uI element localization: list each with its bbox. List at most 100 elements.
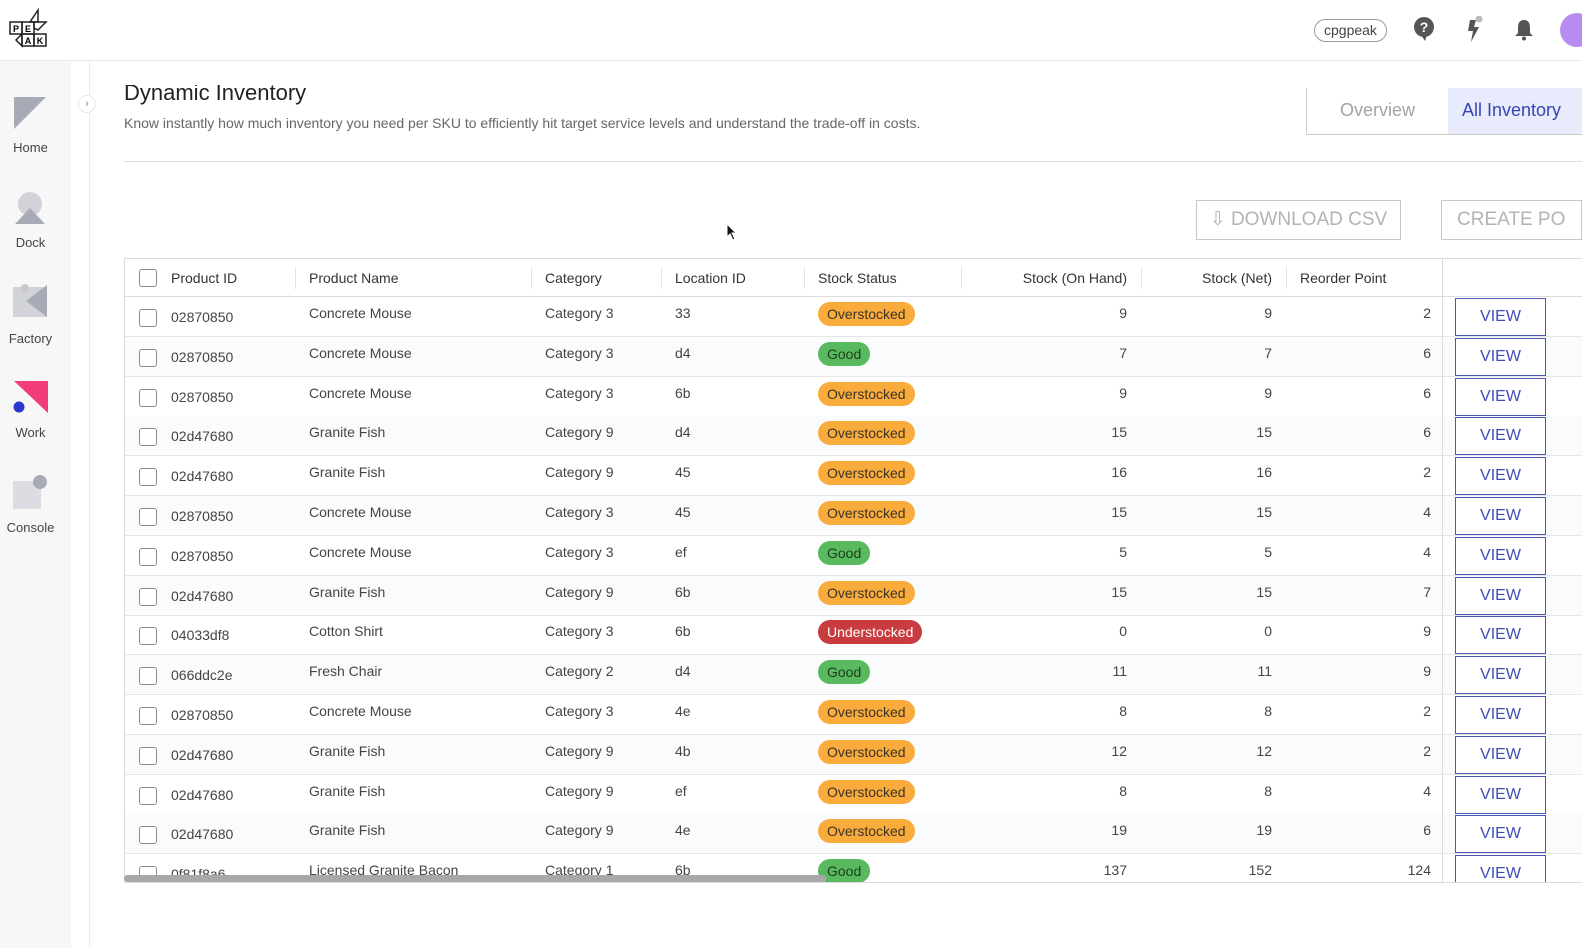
category: Category 3 [545,305,614,321]
table-row[interactable]: 02d47680 Granite Fish Category 9 4b Overstoc… [125,734,1582,775]
column-header-stock-net[interactable]: Stock (Net) [1155,259,1272,297]
column-header-location-id[interactable]: Location ID [675,259,746,297]
row-checkbox[interactable] [139,746,157,765]
horizontal-scrollbar[interactable] [124,875,826,882]
status-badge: Good [818,660,871,685]
view-button[interactable]: VIEW [1455,576,1546,615]
row-checkbox[interactable] [139,587,157,606]
row-checkbox[interactable] [139,707,157,725]
row-checkbox[interactable] [139,547,157,566]
table-row[interactable]: 02870850 Concrete Mouse Category 3 d4 Good 7 7… [125,336,1582,377]
table-row[interactable]: 04033df8 Cotton Shirt Category 3 6b Understo… [125,615,1582,656]
sidebar-item-work[interactable]: Work [0,379,71,459]
table-row[interactable]: 02d47680 Granite Fish Category 9 ef Overstoc… [125,775,1582,815]
column-header-product-name[interactable]: Product Name [309,259,398,297]
table-row[interactable]: 02870850 Concrete Mouse Category 3 33 Overst… [125,297,1582,337]
reorder-point: 2 [1423,464,1431,481]
sidebar-item-home[interactable]: Home [0,95,71,175]
tab-overview[interactable]: Overview [1307,88,1448,134]
stock-net: 9 [1264,305,1272,321]
location-id: 4e [675,822,691,839]
select-all-checkbox[interactable] [139,269,157,287]
column-header-reorder-point[interactable]: Reorder Point [1300,259,1386,297]
location-id: 6b [675,623,691,640]
sidebar-item-label: Work [15,425,46,440]
sidebar-expand-button[interactable]: › [78,95,96,113]
column-separator [295,267,296,289]
view-button[interactable]: VIEW [1455,616,1546,655]
view-button[interactable]: VIEW [1455,536,1546,575]
sidebar-item-factory[interactable]: Factory [0,283,71,363]
table-row[interactable]: 02d47680 Granite Fish Category 9 6b Overstoc… [125,575,1582,616]
reorder-point: 4 [1423,543,1431,560]
table-row[interactable]: 02d47680 Granite Fish Category 9 4e Overstoc… [125,814,1582,855]
stock-net: 8 [1264,703,1272,719]
product-name: Concrete Mouse [309,703,412,719]
status-badge: Overstocked [818,302,915,326]
column-header-stock-on-hand[interactable]: Stock (On Hand) [975,259,1127,297]
row-checkbox[interactable] [139,348,157,367]
product-id: 02d47680 [171,428,234,445]
row-checkbox[interactable] [139,826,157,845]
view-button[interactable]: VIEW [1455,457,1546,496]
column-header-product-id[interactable]: Product ID [171,259,237,297]
row-checkbox[interactable] [139,468,157,487]
home-icon [14,97,46,129]
tab-all-inventory[interactable]: All Inventory [1447,88,1582,134]
table-row[interactable]: 02d47680 Granite Fish Category 9 45 Overstoc… [125,456,1582,497]
sidebar-item-dock[interactable]: Dock [0,190,71,270]
user-chip[interactable]: cpgpeak [1314,19,1387,42]
view-button[interactable]: VIEW [1455,497,1546,535]
stock-net: 16 [1256,464,1272,481]
location-id: ef [675,543,687,560]
logo-letter-k: K [37,36,44,46]
table-row[interactable]: 02870850 Concrete Mouse Category 3 45 Overst… [125,496,1582,536]
lightning-icon[interactable] [1462,16,1486,42]
row-checkbox[interactable] [139,667,157,686]
table-row[interactable]: 02d47680 Granite Fish Category 9 d4 Overstoc… [125,416,1582,457]
category: Category 9 [545,583,614,600]
column-header-stock-status[interactable]: Stock Status [818,259,897,297]
sidebar-item-console[interactable]: Console [0,473,71,553]
location-id: 6b [675,583,691,600]
svg-text:?: ? [1420,19,1429,35]
view-button[interactable]: VIEW [1455,735,1546,774]
row-checkbox[interactable] [139,786,157,805]
table-header: Product ID Product Name Category Locatio… [125,259,1582,297]
sidebar-item-label: Console [6,520,55,535]
product-name: Concrete Mouse [309,384,412,401]
view-button[interactable]: VIEW [1455,298,1546,336]
row-checkbox[interactable] [139,627,157,646]
peak-logo[interactable]: P E A K [8,8,52,52]
create-po-button[interactable]: CREATE PO [1441,200,1582,240]
view-button[interactable]: VIEW [1455,855,1546,882]
row-checkbox[interactable] [139,508,157,526]
reorder-point: 6 [1423,344,1431,361]
row-checkbox[interactable] [139,309,157,327]
status-badge: Overstocked [818,501,915,525]
help-icon[interactable]: ? [1412,16,1436,42]
table-row[interactable]: 066ddc2e Fresh Chair Category 2 d4 Good 11 11 9… [125,655,1582,696]
avatar[interactable] [1560,13,1582,47]
view-button[interactable]: VIEW [1455,377,1546,416]
column-header-category[interactable]: Category [545,259,602,297]
status-badge: Overstocked [818,580,915,605]
view-button[interactable]: VIEW [1455,815,1546,854]
reorder-point: 6 [1423,384,1431,401]
table-row[interactable]: 02870850 Concrete Mouse Category 3 6b Overst… [125,377,1582,417]
view-button[interactable]: VIEW [1455,696,1546,734]
category: Category 3 [545,703,614,719]
reorder-point: 7 [1423,583,1431,600]
row-checkbox[interactable] [139,388,157,407]
product-name: Concrete Mouse [309,543,412,560]
view-button[interactable]: VIEW [1455,775,1546,814]
download-csv-button[interactable]: ⇩ DOWNLOAD CSV [1196,200,1401,240]
view-button[interactable]: VIEW [1455,656,1546,695]
view-button[interactable]: VIEW [1455,337,1546,376]
table-row[interactable]: 02870850 Concrete Mouse Category 3 4e Overst… [125,695,1582,735]
bell-icon[interactable] [1512,16,1536,42]
stock-net: 12 [1256,742,1272,759]
view-button[interactable]: VIEW [1455,417,1546,456]
table-row[interactable]: 02870850 Concrete Mouse Category 3 ef Good 5 5… [125,536,1582,576]
row-checkbox[interactable] [139,428,157,447]
